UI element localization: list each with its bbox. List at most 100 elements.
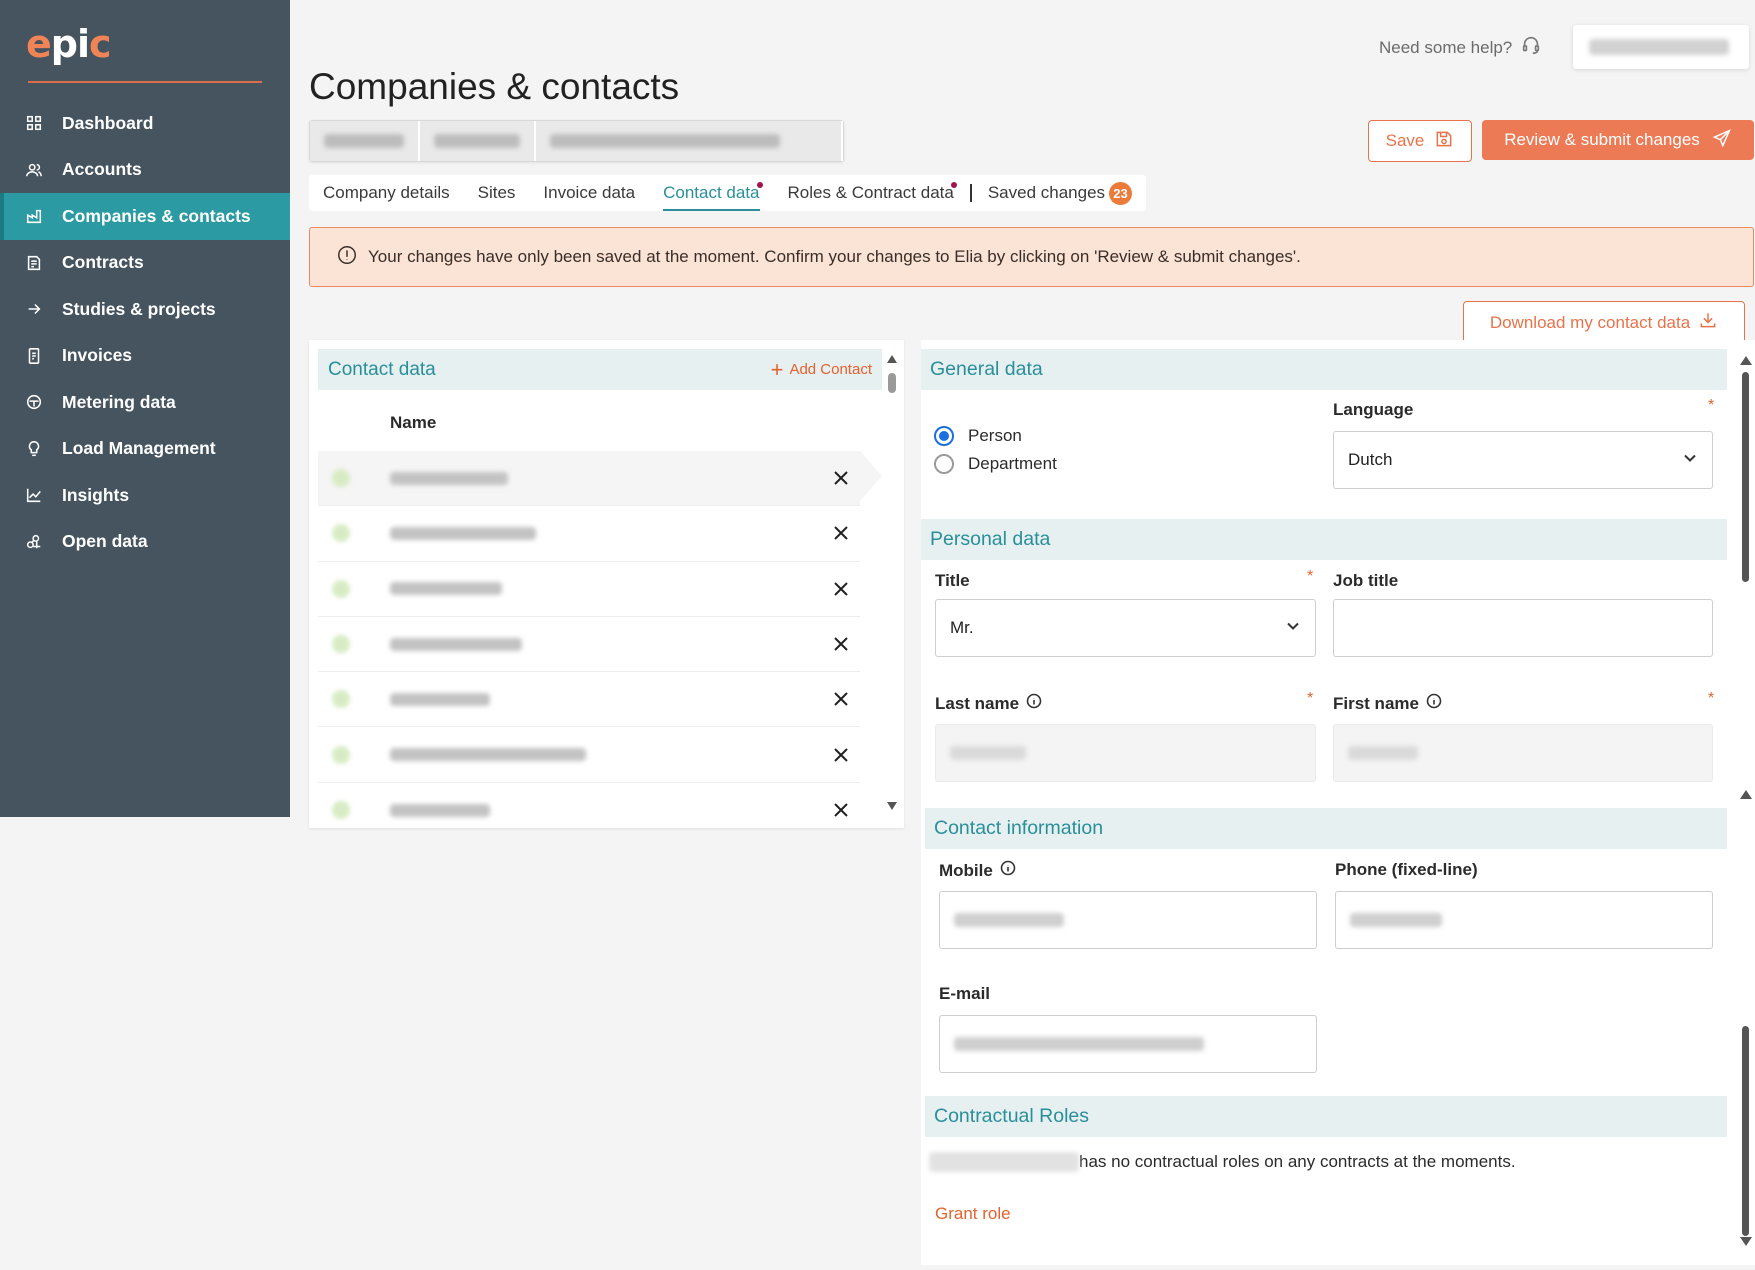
tab-roles-contract-data[interactable]: Roles & Contract data bbox=[788, 175, 957, 211]
detail-scrollbar[interactable] bbox=[1739, 356, 1753, 1246]
remove-contact-button[interactable] bbox=[832, 801, 850, 819]
logo-divider bbox=[28, 81, 262, 83]
tab-sites[interactable]: Sites bbox=[478, 175, 516, 211]
contact-list-scrollbar[interactable] bbox=[886, 355, 898, 810]
tab-invoice-data[interactable]: Invoice data bbox=[543, 175, 635, 211]
mobile-redacted bbox=[954, 913, 1064, 927]
sidebar-item-dashboard[interactable]: Dashboard bbox=[0, 100, 290, 147]
page-title: Companies & contacts bbox=[309, 66, 680, 107]
grant-role-link[interactable]: Grant role bbox=[935, 1204, 1011, 1224]
user-menu[interactable] bbox=[1573, 25, 1749, 69]
breadcrumb-item[interactable] bbox=[420, 121, 536, 161]
sidebar-item-load-management[interactable]: Load Management bbox=[0, 426, 290, 473]
plus-icon: + bbox=[770, 356, 784, 382]
mobile-label: Mobile bbox=[939, 860, 1016, 881]
email-input[interactable] bbox=[939, 1015, 1317, 1073]
sidebar-item-companies-contacts[interactable]: Companies & contacts bbox=[0, 193, 290, 240]
scrollbar-thumb[interactable] bbox=[1742, 1026, 1749, 1236]
radio-button[interactable] bbox=[934, 454, 954, 474]
avatar bbox=[332, 690, 350, 709]
sidebar-item-studies-projects[interactable]: Studies & projects bbox=[0, 286, 290, 333]
remove-contact-button[interactable] bbox=[832, 580, 850, 598]
phone-input[interactable] bbox=[1335, 891, 1713, 949]
email-redacted bbox=[954, 1037, 1204, 1051]
scrollbar-thumb[interactable] bbox=[1742, 372, 1749, 582]
breadcrumb-item[interactable] bbox=[310, 121, 420, 161]
tab-label: Saved changes bbox=[987, 183, 1106, 202]
breadcrumb-item[interactable] bbox=[536, 121, 843, 161]
download-contact-data-button[interactable]: Download my contact data bbox=[1463, 301, 1745, 344]
contact-row[interactable] bbox=[318, 617, 860, 673]
contact-row-selected[interactable] bbox=[318, 451, 860, 507]
sidebar-item-label: Load Management bbox=[62, 438, 216, 459]
tab-contact-data[interactable]: Contact data bbox=[663, 175, 763, 211]
close-icon bbox=[834, 582, 848, 596]
tab-separator bbox=[969, 184, 972, 202]
add-contact-button[interactable]: + Add Contact bbox=[770, 356, 872, 382]
scroll-down-arrow[interactable] bbox=[887, 802, 897, 810]
scroll-up-arrow[interactable] bbox=[1740, 790, 1752, 799]
first-name-redacted bbox=[1348, 746, 1418, 760]
tab-company-details[interactable]: Company details bbox=[323, 175, 450, 211]
phone-label: Phone (fixed-line) bbox=[1335, 860, 1478, 879]
avatar bbox=[332, 745, 350, 764]
email-label: E-mail bbox=[939, 984, 991, 1003]
sidebar-item-invoices[interactable]: Invoices bbox=[0, 333, 290, 380]
mobile-input[interactable] bbox=[939, 891, 1317, 949]
first-name-input[interactable] bbox=[1333, 724, 1713, 782]
phone-redacted bbox=[1350, 913, 1442, 927]
chevron-down-icon bbox=[1682, 450, 1698, 471]
alert-text: Your changes have only been saved at the… bbox=[368, 247, 1301, 266]
last-name-label: Last name bbox=[935, 693, 1042, 714]
scroll-up-arrow[interactable] bbox=[887, 355, 897, 363]
sidebar-item-accounts[interactable]: Accounts bbox=[0, 147, 290, 194]
remove-contact-button[interactable] bbox=[832, 469, 850, 487]
info-icon[interactable] bbox=[1426, 693, 1442, 714]
contact-detail-panel: General data Person Department Language … bbox=[921, 340, 1755, 1265]
remove-contact-button[interactable] bbox=[832, 690, 850, 708]
avatar bbox=[332, 801, 350, 820]
tab-label: Invoice data bbox=[543, 183, 636, 202]
last-name-redacted bbox=[950, 746, 1026, 760]
info-icon[interactable] bbox=[1026, 693, 1042, 714]
avatar bbox=[332, 524, 350, 543]
title-label: Title bbox=[935, 571, 970, 590]
title-select[interactable]: Mr. bbox=[935, 599, 1316, 657]
sidebar-item-label: Companies & contacts bbox=[62, 205, 251, 226]
contact-list-panel: Contact data + Add Contact Name bbox=[309, 340, 904, 828]
radio-button-checked[interactable] bbox=[934, 426, 954, 446]
contact-row[interactable] bbox=[318, 672, 860, 728]
review-label: Review & submit changes bbox=[1504, 130, 1700, 149]
sidebar-item-metering-data[interactable]: Metering data bbox=[0, 379, 290, 426]
sidebar-item-label: Open data bbox=[62, 531, 148, 552]
sidebar-item-insights[interactable]: Insights bbox=[0, 472, 290, 519]
last-name-input[interactable] bbox=[935, 724, 1316, 782]
language-select[interactable]: Dutch bbox=[1333, 431, 1713, 489]
contact-row[interactable] bbox=[318, 562, 860, 617]
remove-contact-button[interactable] bbox=[832, 524, 850, 542]
remove-contact-button[interactable] bbox=[832, 746, 850, 764]
epic-logo[interactable]: epic bbox=[26, 22, 112, 66]
sidebar-item-open-data[interactable]: Open data bbox=[0, 519, 290, 566]
review-submit-button[interactable]: Review & submit changes bbox=[1482, 120, 1754, 160]
save-button[interactable]: Save bbox=[1368, 120, 1472, 162]
contact-row[interactable] bbox=[318, 783, 860, 838]
contact-row[interactable] bbox=[318, 506, 860, 562]
companies-icon bbox=[24, 206, 44, 226]
scroll-down-arrow[interactable] bbox=[1740, 1237, 1752, 1246]
sidebar-item-contracts[interactable]: Contracts bbox=[0, 240, 290, 287]
scroll-up-arrow[interactable] bbox=[1740, 356, 1752, 365]
language-value: Dutch bbox=[1348, 450, 1393, 469]
tab-saved-changes[interactable]: Saved changes 23 bbox=[987, 175, 1133, 211]
download-icon bbox=[1698, 310, 1718, 335]
info-icon[interactable] bbox=[1000, 860, 1016, 881]
close-icon bbox=[834, 803, 848, 818]
remove-contact-button[interactable] bbox=[832, 635, 850, 653]
scrollbar-thumb[interactable] bbox=[888, 373, 896, 393]
type-person-radio[interactable]: Person bbox=[934, 426, 1022, 446]
contact-name-redacted bbox=[390, 526, 536, 540]
contact-row[interactable] bbox=[318, 727, 860, 783]
job-title-input[interactable] bbox=[1333, 599, 1713, 657]
help-link[interactable]: Need some help? bbox=[1379, 34, 1542, 61]
type-department-radio[interactable]: Department bbox=[934, 454, 1057, 474]
